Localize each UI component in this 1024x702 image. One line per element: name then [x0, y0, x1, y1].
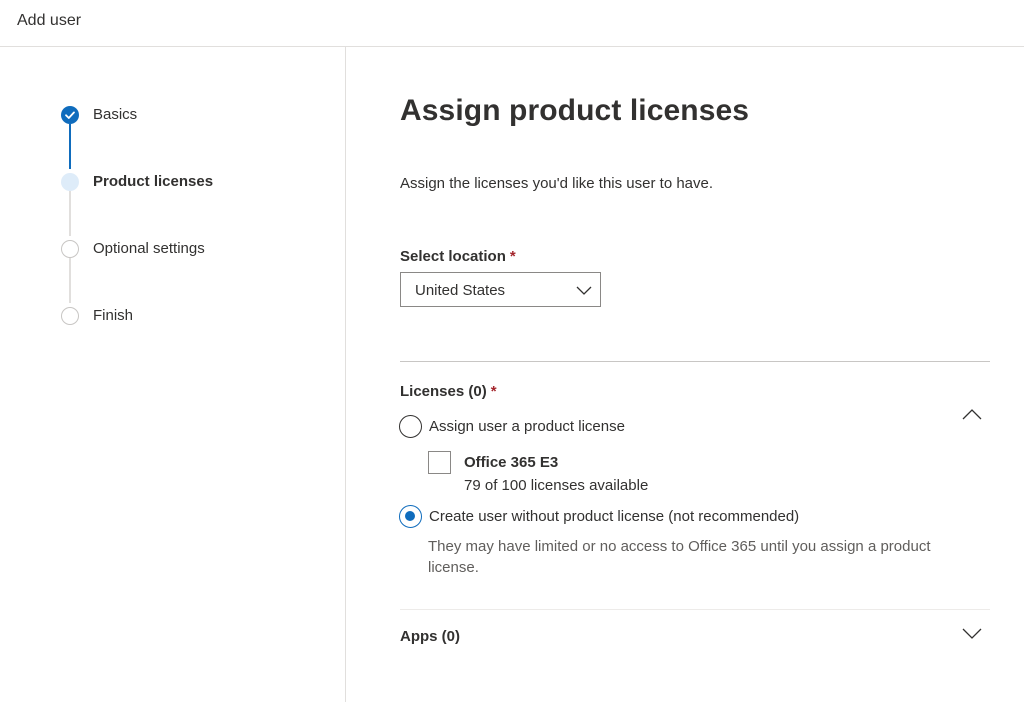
step-finish[interactable]: Finish: [61, 307, 321, 327]
step-label: Optional settings: [93, 240, 205, 257]
step-label: Finish: [93, 307, 134, 324]
step-label: Product licenses: [93, 173, 214, 190]
license-product-name: Office 365 E3: [464, 454, 559, 471]
page-subtitle: Assign the licenses you'd like this user…: [400, 175, 714, 192]
location-value: United States: [415, 282, 506, 299]
location-label-text: Select location: [400, 248, 506, 265]
step-pending-indicator: [61, 240, 79, 258]
radio-button[interactable]: [399, 415, 422, 438]
licenses-header: Licenses (0) *: [400, 383, 497, 400]
step-pending-indicator: [61, 307, 79, 325]
location-label: Select location *: [400, 248, 516, 265]
chevron-down-icon: [962, 628, 982, 645]
step-optional-settings[interactable]: Optional settings: [61, 240, 321, 260]
assign-license-radio[interactable]: Assign user a product license: [399, 415, 659, 439]
step-label: Basics: [93, 106, 138, 123]
licenses-label: Licenses (0): [400, 383, 487, 400]
radio-selected-dot: [405, 511, 415, 521]
location-dropdown[interactable]: United States: [400, 272, 601, 307]
checkmark-icon: [61, 106, 79, 124]
required-marker: *: [490, 383, 497, 400]
panel-title: Add user: [17, 12, 82, 29]
license-availability: 79 of 100 licenses available: [464, 477, 649, 494]
required-marker: *: [509, 248, 516, 265]
apps-label: Apps (0): [400, 628, 460, 645]
section-divider: [400, 609, 990, 610]
apps-expand-button[interactable]: [962, 627, 982, 646]
license-warning-note: They may have limited or no access to Of…: [428, 538, 931, 576]
step-connector-pending: [69, 258, 71, 303]
sidebar-divider: [345, 47, 346, 702]
radio-button[interactable]: [399, 505, 422, 528]
step-connector-completed: [69, 124, 71, 169]
step-current-indicator: [61, 173, 79, 191]
page-title: Assign product licenses: [400, 94, 750, 127]
section-divider: [400, 361, 990, 362]
step-product-licenses[interactable]: Product licenses: [61, 173, 321, 193]
top-bar: Add user: [0, 0, 1024, 47]
no-license-radio[interactable]: Create user without product license (not…: [399, 505, 829, 529]
step-basics[interactable]: Basics: [61, 106, 321, 126]
radio-label: Assign user a product license: [429, 418, 625, 435]
chevron-up-icon: [962, 408, 982, 425]
chevron-down-icon: [576, 283, 592, 301]
radio-label: Create user without product license (not…: [429, 508, 800, 525]
licenses-collapse-button[interactable]: [962, 407, 982, 426]
step-connector-pending: [69, 191, 71, 236]
office-365-e3-checkbox[interactable]: [428, 451, 451, 474]
